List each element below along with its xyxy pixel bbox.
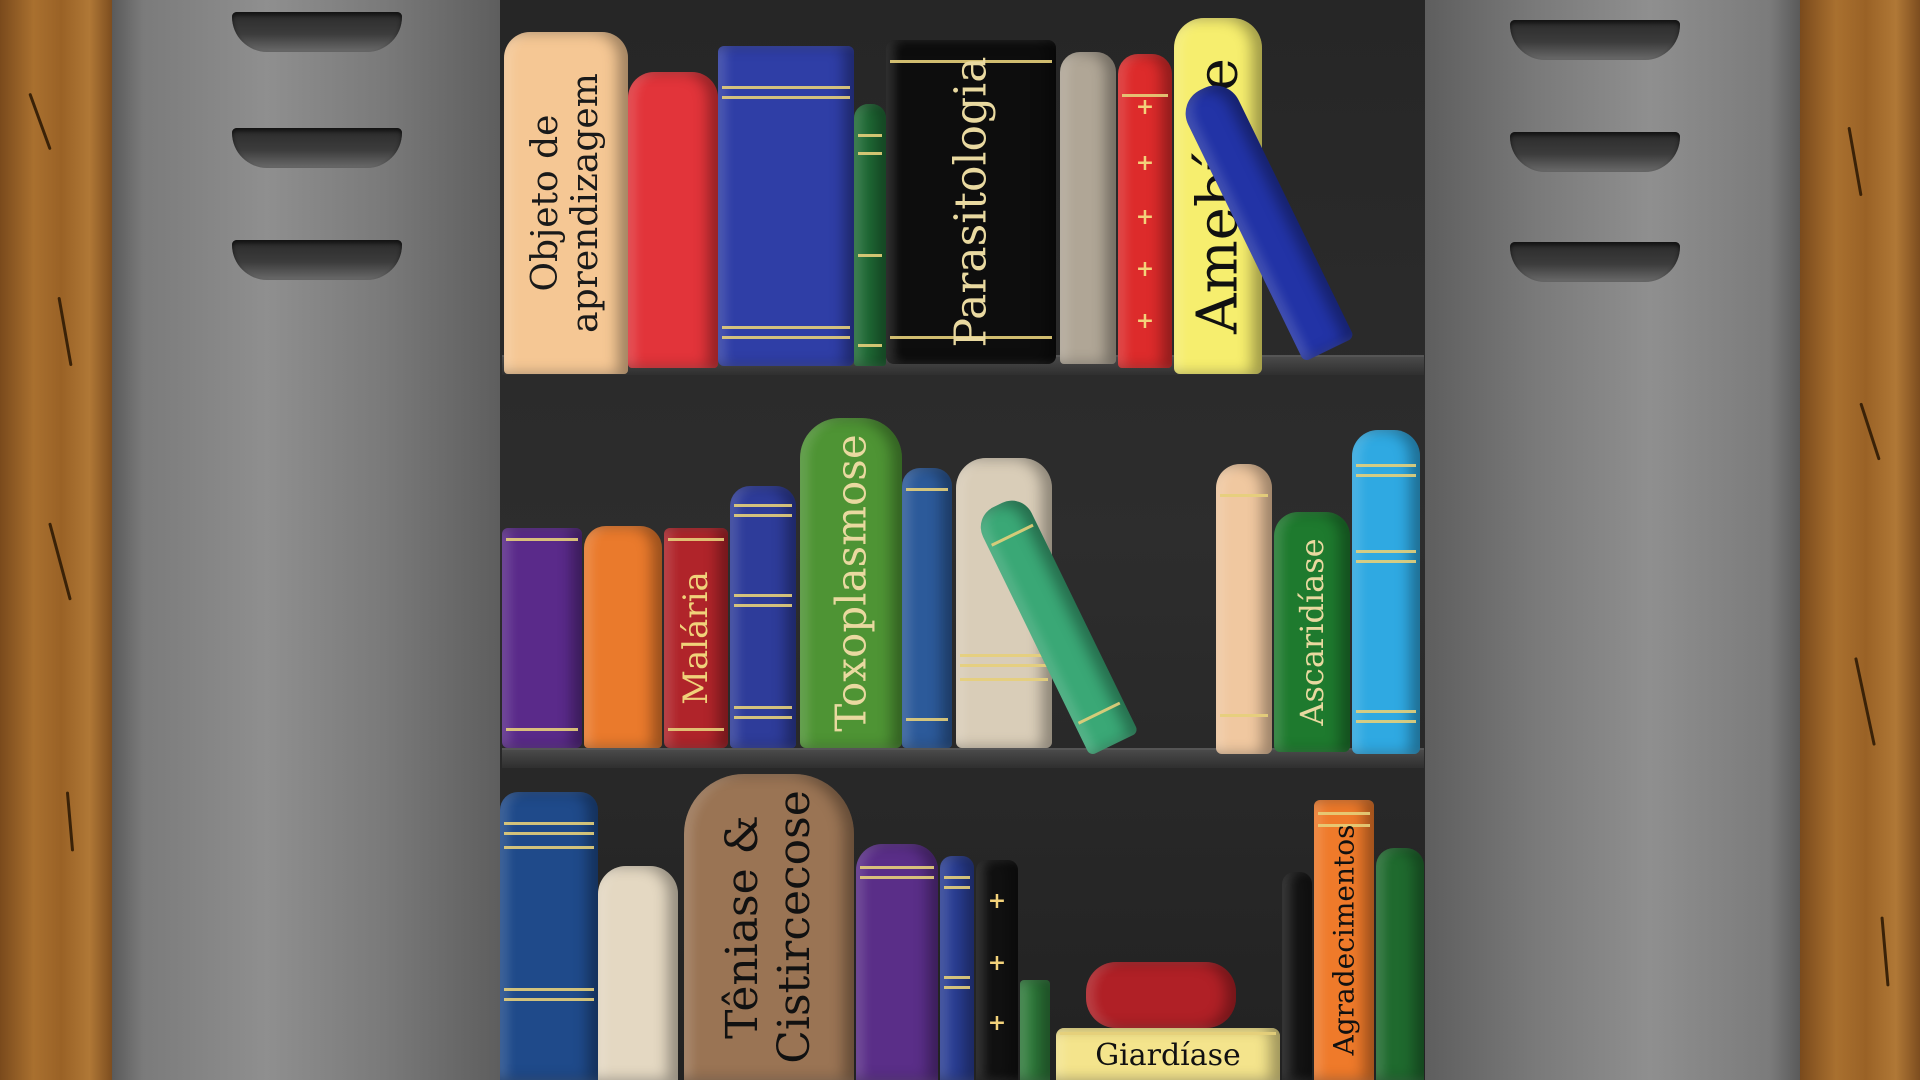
book-red[interactable] [628,72,718,368]
book-teniase-cisticercose[interactable]: Têniase & Cistircecose [684,774,854,1080]
locker-door-left[interactable] [112,0,500,1080]
book-title-line2: aprendizagem [565,73,606,333]
wood-frame-right [1800,0,1920,1080]
book-parasitologia[interactable]: Parasitologia [886,40,1056,364]
book-blue-bands[interactable] [730,486,796,748]
book-green-small[interactable] [1020,980,1050,1080]
book-title-line1: Objeto de [525,114,566,292]
book-peach[interactable] [1216,464,1272,754]
book-blue-large[interactable] [718,46,854,366]
book-title-line2: Cistircecose [769,790,820,1064]
book-title-line1: Têniase & [717,815,768,1039]
book-title: Malária [676,571,716,705]
book-black-thin[interactable] [1282,872,1312,1080]
book-title: Parasitologia [945,56,997,348]
door-vent [232,240,402,280]
book-blue-bottom[interactable] [500,792,598,1080]
book-red-crosses[interactable]: + + + + + [1118,54,1172,368]
locker-door-right[interactable] [1425,0,1800,1080]
book-grey[interactable] [1060,52,1116,364]
book-red-lying[interactable] [1086,962,1236,1028]
book-toxoplasmose[interactable]: Toxoplasmose [800,418,902,748]
book-agradecimentos[interactable]: Agradecimentos [1314,800,1374,1080]
book-green-bottom[interactable] [1376,848,1424,1080]
book-title: Giardíase [1095,1038,1241,1073]
door-vent [1510,132,1680,172]
book-black-crosses[interactable]: + + + [976,860,1018,1080]
book-cream-bottom[interactable] [598,866,678,1080]
book-giardiase[interactable]: Giardíase [1056,1028,1280,1080]
door-vent [232,128,402,168]
door-vent [232,12,402,52]
book-ascaridiase[interactable]: Ascaridíase [1274,512,1350,752]
book-cyan[interactable] [1352,430,1420,754]
book-title: Ascaridíase [1293,538,1331,726]
book-title: Agradecimentos [1327,824,1361,1056]
book-purple[interactable] [502,528,582,748]
book-steel-blue[interactable] [902,468,952,748]
wood-frame-left [0,0,112,1080]
book-objeto-de-aprendizagem[interactable]: Objeto de aprendizagem [504,32,628,374]
door-vent [1510,242,1680,282]
book-malaria[interactable]: Malária [664,528,728,748]
book-orange[interactable] [584,526,662,748]
book-green-thin[interactable] [854,104,886,366]
book-purple-bottom[interactable] [856,844,938,1080]
door-vent [1510,20,1680,60]
book-navy-bottom[interactable] [940,856,974,1080]
book-title: Toxoplasmose [826,434,876,732]
